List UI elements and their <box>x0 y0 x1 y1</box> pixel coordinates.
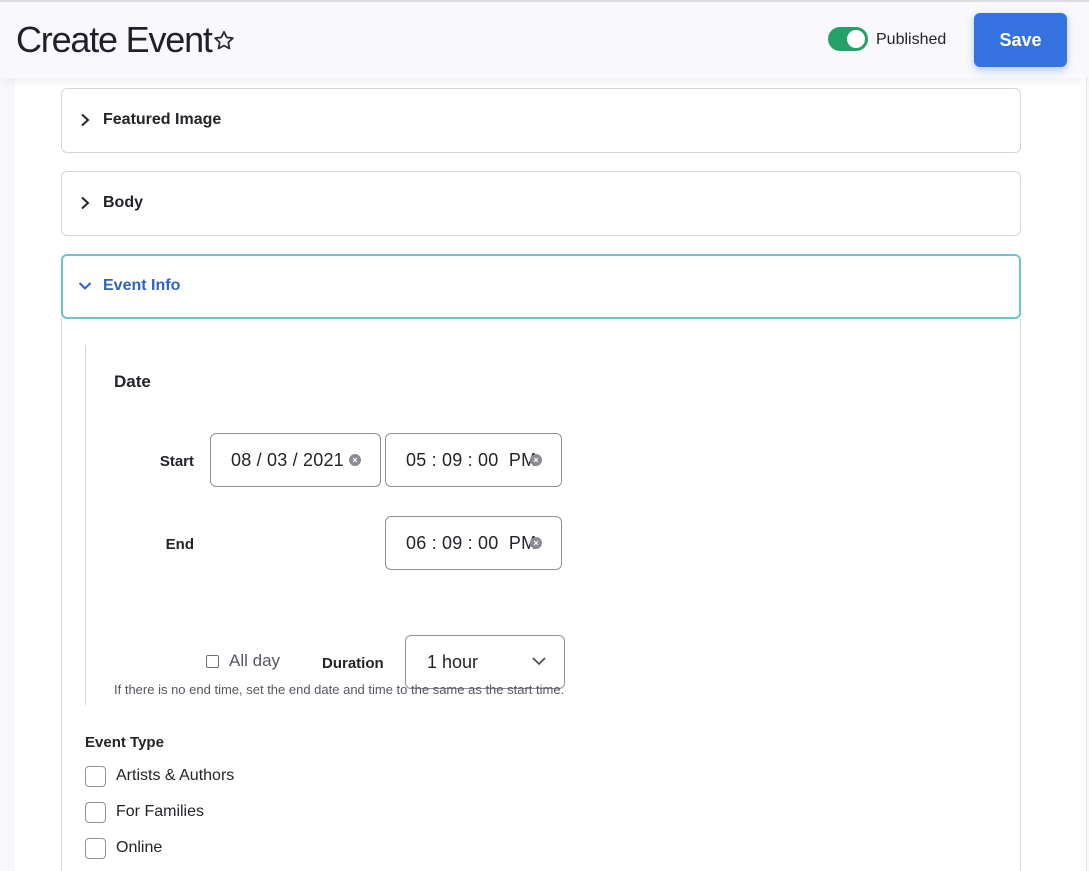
chevron-down-icon <box>532 657 546 666</box>
toggle-knob <box>847 30 865 48</box>
end-time-hint: If there is no end time, set the end dat… <box>114 682 565 697</box>
start-date-input[interactable]: 08 / 03 / 2021 × <box>210 433 381 487</box>
end-time-value: 06 : 09 : 00 PM <box>406 533 537 553</box>
all-day-checkbox[interactable] <box>206 655 219 668</box>
checkbox[interactable] <box>85 838 106 859</box>
end-time-input[interactable]: 06 : 09 : 00 PM × <box>385 516 562 570</box>
published-toggle[interactable] <box>828 27 868 51</box>
section-title: Event Info <box>103 277 181 294</box>
duration-label: Duration <box>322 655 384 672</box>
clear-icon[interactable]: × <box>530 537 542 549</box>
duration-value: 1 hour <box>427 652 479 672</box>
clear-icon[interactable]: × <box>349 454 361 466</box>
section-body[interactable]: Body <box>61 171 1021 236</box>
section-title: Body <box>103 194 143 211</box>
start-time-input[interactable]: 05 : 09 : 00 PM × <box>385 433 562 487</box>
end-label: End <box>165 536 194 553</box>
section-title: Featured Image <box>103 111 222 128</box>
all-day-label[interactable]: All day <box>229 651 280 671</box>
clear-icon[interactable]: × <box>530 454 542 466</box>
event-info-content: Date Start 08 / 03 / 2021 × 05 : 09 : 00… <box>61 318 1021 871</box>
section-featured-image[interactable]: Featured Image <box>61 88 1021 153</box>
date-fieldset: Date Start 08 / 03 / 2021 × 05 : 09 : 00… <box>85 345 965 705</box>
save-button[interactable]: Save <box>974 13 1067 67</box>
checkbox[interactable] <box>85 802 106 823</box>
published-label: Published <box>876 31 947 48</box>
chevron-right-icon <box>81 196 90 210</box>
duration-select[interactable]: 1 hour <box>405 635 565 689</box>
checkbox-label[interactable]: Online <box>116 839 162 857</box>
event-type-label: Event Type <box>85 734 164 751</box>
checkbox-label[interactable]: For Families <box>116 803 204 821</box>
start-label: Start <box>159 453 194 470</box>
star-outline-icon[interactable] <box>212 29 236 53</box>
page-title: Create Event <box>16 19 213 60</box>
date-label: Date <box>114 372 151 391</box>
chevron-down-icon <box>78 282 92 290</box>
checkbox[interactable] <box>85 766 106 787</box>
page-header: Create Event Published Save <box>0 2 1089 78</box>
chevron-right-icon <box>81 113 90 127</box>
checkbox-label[interactable]: Artists & Authors <box>116 767 234 785</box>
start-date-value: 08 / 03 / 2021 <box>231 450 344 470</box>
section-event-info[interactable]: Event Info <box>61 254 1021 319</box>
start-time-value: 05 : 09 : 00 PM <box>406 450 537 470</box>
